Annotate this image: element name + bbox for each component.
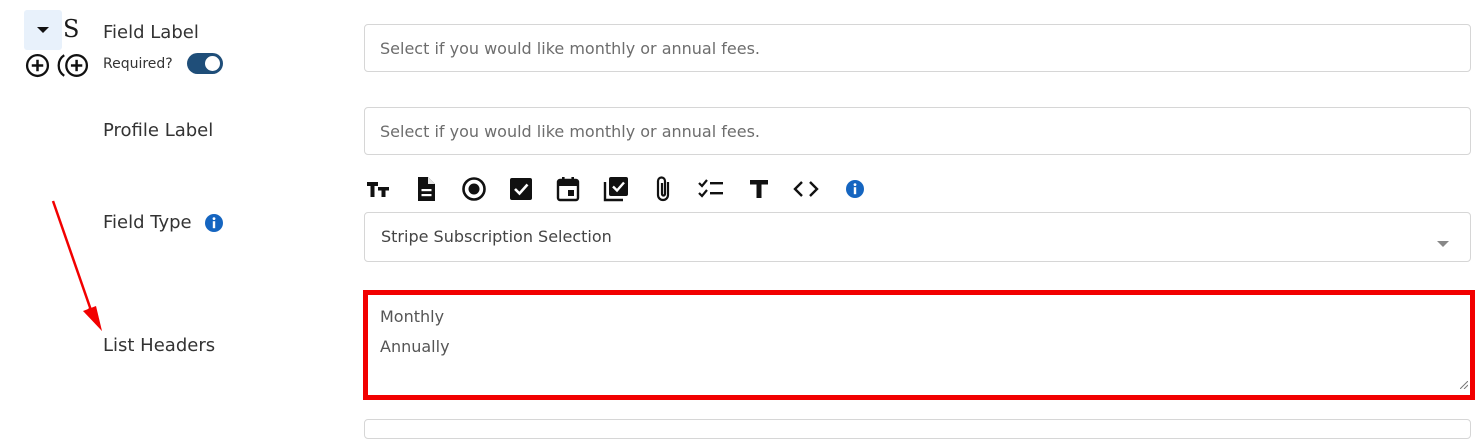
list-header-line: Annually (380, 337, 450, 356)
field-type-select[interactable]: Stripe Subscription Selection (364, 212, 1471, 262)
multi-checkbox-icon[interactable] (602, 175, 630, 203)
field-type-value: Stripe Subscription Selection (381, 227, 612, 246)
section-letter: S (63, 15, 80, 43)
checklist-icon[interactable] (697, 175, 725, 203)
required-toggle[interactable] (187, 53, 223, 74)
collapse-button[interactable] (24, 10, 62, 50)
caret-down-icon (36, 25, 50, 35)
next-field-input[interactable] (364, 419, 1471, 439)
text-size-icon[interactable] (364, 175, 392, 203)
document-icon[interactable] (412, 175, 440, 203)
field-type-title: Field Type (103, 212, 192, 233)
paperclip-icon[interactable] (650, 175, 678, 203)
resize-grip-icon[interactable] (1459, 374, 1469, 393)
chevron-down-icon (1436, 233, 1450, 252)
list-headers-textarea[interactable]: Monthly Annually (363, 290, 1475, 400)
text-icon[interactable] (745, 175, 773, 203)
checkbox-icon[interactable] (507, 175, 535, 203)
field-label-input[interactable] (364, 24, 1471, 72)
list-headers-title: List Headers (103, 335, 216, 356)
add-circle-icon[interactable] (25, 53, 50, 78)
list-header-line: Monthly (380, 307, 445, 326)
calendar-icon[interactable] (554, 175, 582, 203)
radio-icon[interactable] (460, 175, 488, 203)
profile-label-title: Profile Label (103, 120, 214, 141)
toolbar-info-icon[interactable] (841, 175, 869, 203)
profile-label-input[interactable] (364, 107, 1471, 155)
toggle-knob (205, 56, 220, 71)
add-circle-nested-icon[interactable] (57, 53, 90, 78)
code-icon[interactable] (792, 175, 820, 203)
field-label-title: Field Label (103, 22, 199, 43)
field-type-info-icon[interactable] (204, 213, 224, 233)
required-label: Required? (103, 56, 173, 72)
annotation-arrow (51, 200, 102, 331)
